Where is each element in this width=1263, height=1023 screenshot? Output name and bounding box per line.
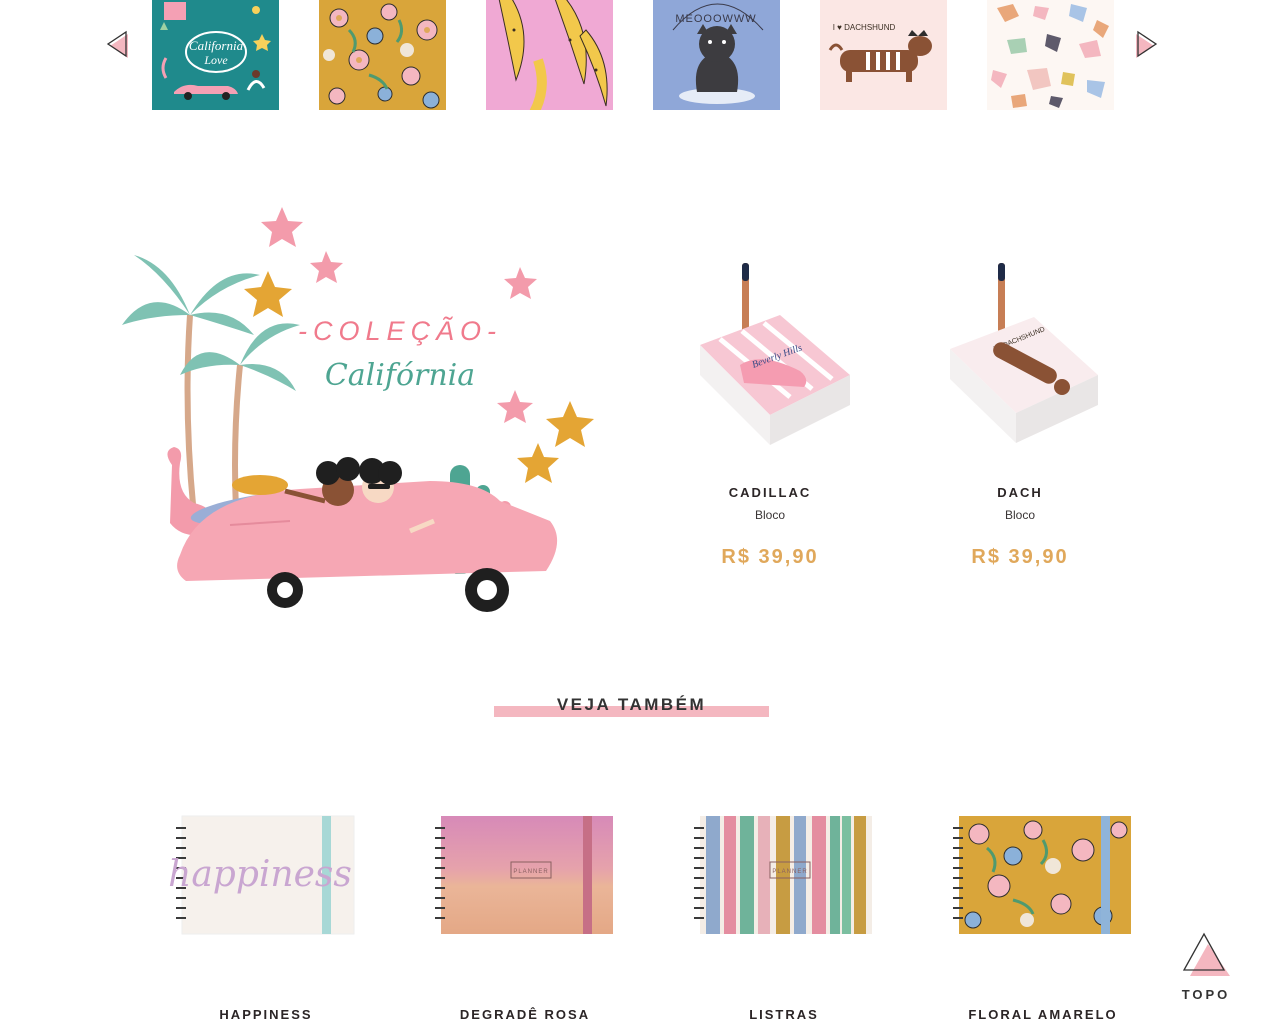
product-name[interactable]: CADILLAC bbox=[670, 485, 870, 500]
related-product-name[interactable]: LISTRAS bbox=[684, 1007, 884, 1022]
related-image-listras[interactable]: PLANNER bbox=[684, 800, 884, 950]
product-price: R$ 39,90 bbox=[971, 546, 1069, 568]
carousel-prev-button[interactable] bbox=[104, 30, 130, 60]
pattern-thumb-california[interactable]: California Love bbox=[152, 0, 279, 110]
collection-banner[interactable]: -COLEÇÃO- Califórnia bbox=[110, 195, 610, 645]
triangle-up-icon bbox=[1182, 932, 1230, 976]
related-image-happiness[interactable]: happiness bbox=[166, 800, 366, 950]
collection-title: -COLEÇÃO- bbox=[298, 315, 502, 346]
related-product-name[interactable]: FLORAL AMARELO bbox=[943, 1007, 1143, 1022]
pattern-thumb-meow[interactable]: MEOOOWWW bbox=[653, 0, 780, 110]
related-image-floral-amarelo[interactable] bbox=[943, 800, 1143, 950]
product-name[interactable]: DACH bbox=[920, 485, 1120, 500]
triangle-left-icon bbox=[106, 30, 128, 58]
collection-subtitle: Califórnia bbox=[325, 358, 475, 393]
pattern-thumb-terrazzo[interactable] bbox=[987, 0, 1114, 110]
california-illustration: -COLEÇÃO- Califórnia bbox=[122, 207, 594, 612]
pattern-thumb-bananas[interactable] bbox=[486, 0, 613, 110]
related-product-name[interactable]: DEGRADÊ ROSA bbox=[425, 1007, 625, 1022]
related-image-degrade-rosa[interactable]: PLANNER bbox=[425, 800, 625, 950]
back-to-top-button[interactable]: TOPO bbox=[1178, 930, 1234, 1002]
svg-text:California: California bbox=[189, 38, 244, 53]
svg-text:MEOOOWWW: MEOOOWWW bbox=[675, 13, 756, 25]
product-image-dach[interactable]: I ♥ DACHSHUND bbox=[920, 245, 1120, 465]
product-type: Bloco bbox=[1004, 508, 1036, 522]
section-title-see-also: VEJA TAMBÉM bbox=[556, 695, 707, 714]
degrade-cover-text: PLANNER bbox=[513, 869, 548, 875]
related-product-listras[interactable]: PLANNER bbox=[684, 800, 884, 950]
product-card-dach[interactable]: I ♥ DACHSHUND DACH Bloco R$ 39,90 bbox=[920, 245, 1120, 569]
pattern-thumb-dachshund[interactable]: I ♥ DACHSHUND bbox=[820, 0, 947, 110]
listras-cover-text: PLANNER bbox=[772, 869, 807, 875]
svg-text:I ♥ DACHSHUND: I ♥ DACHSHUND bbox=[833, 23, 896, 32]
related-product-degrade-rosa[interactable]: PLANNER bbox=[425, 800, 625, 950]
carousel-next-button[interactable] bbox=[1134, 30, 1160, 60]
related-product-name[interactable]: HAPPINESS bbox=[166, 1007, 366, 1022]
product-card-cadillac[interactable]: Beverly Hills CADILLAC Bloco R$ 39,90 bbox=[670, 245, 870, 569]
svg-text:Love: Love bbox=[203, 53, 228, 67]
related-product-floral-amarelo[interactable] bbox=[943, 800, 1143, 950]
happiness-cover-text: happiness bbox=[168, 854, 352, 895]
product-image-cadillac[interactable]: Beverly Hills bbox=[670, 245, 870, 465]
product-type: Bloco bbox=[754, 508, 786, 522]
back-to-top-label: TOPO bbox=[1181, 987, 1231, 1002]
product-price: R$ 39,90 bbox=[721, 546, 819, 568]
related-product-happiness[interactable]: happiness bbox=[166, 800, 366, 950]
pattern-thumb-floral-amarelo[interactable] bbox=[319, 0, 446, 110]
triangle-right-icon bbox=[1136, 30, 1158, 58]
